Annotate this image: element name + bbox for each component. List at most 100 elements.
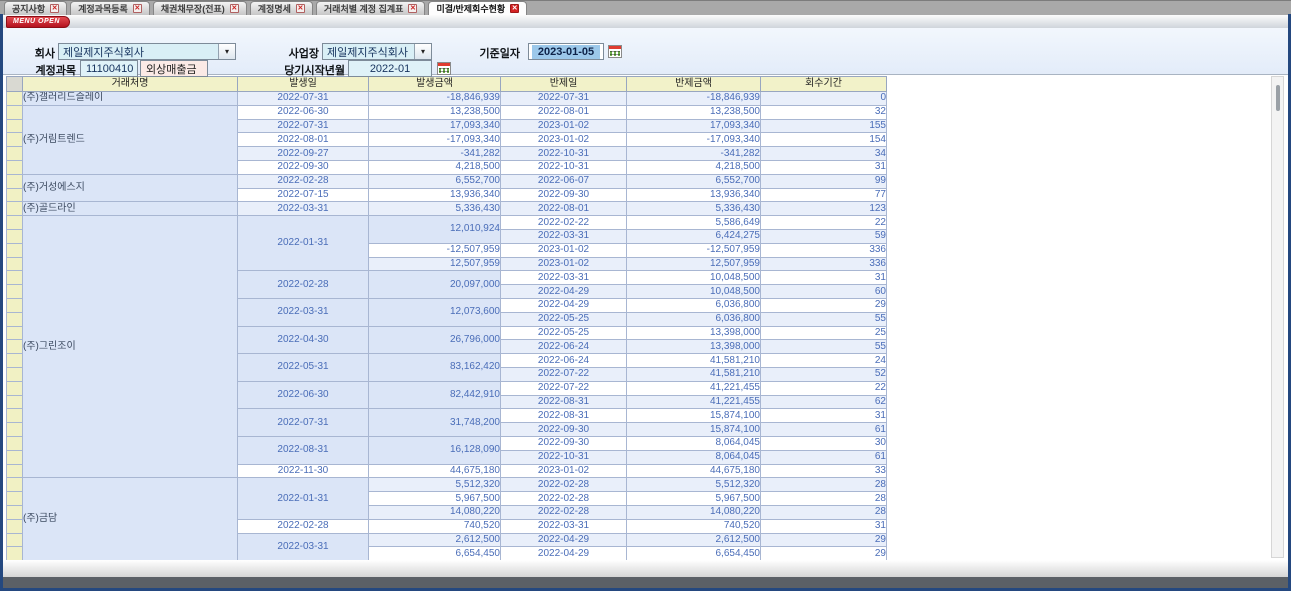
repayment-amount-cell[interactable]: 41,221,455 (627, 381, 761, 395)
collection-days-cell[interactable]: 34 (761, 147, 887, 161)
occurrence-date-cell[interactable]: 2022-05-31 (238, 354, 369, 382)
repayment-date-cell[interactable]: 2023-01-02 (501, 133, 627, 147)
row-header-cell[interactable] (7, 174, 23, 188)
vendor-name-cell[interactable]: (주)그린조이 (23, 216, 238, 478)
calendar-icon[interactable] (608, 45, 622, 58)
row-header-cell[interactable] (7, 257, 23, 271)
menu-open-button[interactable]: MENU OPEN (6, 16, 70, 28)
repayment-date-cell[interactable]: 2023-01-02 (501, 464, 627, 478)
repayment-date-cell[interactable]: 2022-04-29 (501, 547, 627, 561)
collection-days-cell[interactable]: 55 (761, 312, 887, 326)
collection-days-cell[interactable]: 59 (761, 229, 887, 243)
repayment-amount-cell[interactable]: 2,612,500 (627, 533, 761, 547)
repayment-amount-cell[interactable]: 6,036,800 (627, 298, 761, 312)
occurrence-amount-cell[interactable]: 20,097,000 (369, 271, 501, 299)
collection-days-cell[interactable]: 52 (761, 367, 887, 381)
collection-days-cell[interactable]: 60 (761, 285, 887, 299)
occurrence-date-cell[interactable]: 2022-07-31 (238, 92, 369, 106)
collection-days-cell[interactable]: 31 (761, 271, 887, 285)
collection-days-cell[interactable]: 25 (761, 326, 887, 340)
collection-days-cell[interactable]: 99 (761, 174, 887, 188)
collection-days-cell[interactable]: 62 (761, 395, 887, 409)
row-header-cell[interactable] (7, 492, 23, 506)
row-header-cell[interactable] (7, 271, 23, 285)
repayment-date-cell[interactable]: 2022-03-31 (501, 519, 627, 533)
repayment-date-cell[interactable]: 2022-10-31 (501, 450, 627, 464)
tab-close-icon[interactable]: ✕ (230, 4, 239, 13)
occurrence-date-cell[interactable]: 2022-01-31 (238, 478, 369, 519)
collection-days-cell[interactable]: 55 (761, 340, 887, 354)
repayment-date-cell[interactable]: 2022-04-29 (501, 298, 627, 312)
tab-4[interactable]: 계정명세✕ (250, 1, 313, 15)
occurrence-amount-cell[interactable]: -18,846,939 (369, 92, 501, 106)
repayment-amount-cell[interactable]: -341,282 (627, 147, 761, 161)
row-header-cell[interactable] (7, 533, 23, 547)
row-header-cell[interactable] (7, 285, 23, 299)
occurrence-amount-cell[interactable]: -17,093,340 (369, 133, 501, 147)
repayment-date-cell[interactable]: 2022-05-25 (501, 326, 627, 340)
repayment-amount-cell[interactable]: 12,507,959 (627, 257, 761, 271)
repayment-amount-cell[interactable]: 6,654,450 (627, 547, 761, 561)
account-code-field[interactable]: 11100410 (80, 60, 138, 77)
row-header-cell[interactable] (7, 519, 23, 533)
collection-days-cell[interactable]: 336 (761, 257, 887, 271)
occurrence-date-cell[interactable]: 2022-06-30 (238, 381, 369, 409)
occurrence-amount-cell[interactable]: 26,796,000 (369, 326, 501, 354)
horizontal-scrollbar[interactable] (3, 577, 1288, 588)
occurrence-amount-cell[interactable]: 12,507,959 (369, 257, 501, 271)
repayment-amount-cell[interactable]: -18,846,939 (627, 92, 761, 106)
row-header-cell[interactable] (7, 340, 23, 354)
repayment-date-cell[interactable]: 2022-04-29 (501, 285, 627, 299)
company-select[interactable]: 제일제지주식회사 ▾ (58, 43, 236, 60)
occurrence-amount-cell[interactable]: 2,612,500 (369, 533, 501, 547)
collection-days-cell[interactable]: 31 (761, 160, 887, 174)
collection-days-cell[interactable]: 61 (761, 450, 887, 464)
occurrence-date-cell[interactable]: 2022-11-30 (238, 464, 369, 478)
column-header[interactable]: 반제금액 (627, 77, 761, 92)
occurrence-amount-cell[interactable]: 740,520 (369, 519, 501, 533)
repayment-amount-cell[interactable]: 10,048,500 (627, 271, 761, 285)
occurrence-date-cell[interactable]: 2022-02-28 (238, 174, 369, 188)
tab-close-icon[interactable]: ✕ (408, 4, 417, 13)
tab-5[interactable]: 거래처별 계정 집계표✕ (316, 1, 426, 15)
repayment-amount-cell[interactable]: 41,221,455 (627, 395, 761, 409)
repayment-date-cell[interactable]: 2022-03-31 (501, 229, 627, 243)
repayment-date-cell[interactable]: 2022-08-31 (501, 409, 627, 423)
repayment-amount-cell[interactable]: 13,398,000 (627, 340, 761, 354)
repayment-amount-cell[interactable]: 740,520 (627, 519, 761, 533)
collection-days-cell[interactable]: 32 (761, 105, 887, 119)
repayment-amount-cell[interactable]: -12,507,959 (627, 243, 761, 257)
collection-days-cell[interactable]: 29 (761, 298, 887, 312)
row-header-cell[interactable] (7, 326, 23, 340)
repayment-amount-cell[interactable]: 6,036,800 (627, 312, 761, 326)
collection-days-cell[interactable]: 29 (761, 533, 887, 547)
occurrence-amount-cell[interactable]: 17,093,340 (369, 119, 501, 133)
repayment-amount-cell[interactable]: 5,967,500 (627, 492, 761, 506)
column-header[interactable]: 발생금액 (369, 77, 501, 92)
occurrence-amount-cell[interactable]: 5,967,500 (369, 492, 501, 506)
repayment-date-cell[interactable]: 2022-09-30 (501, 436, 627, 450)
row-header-cell[interactable] (7, 312, 23, 326)
collection-days-cell[interactable]: 61 (761, 423, 887, 437)
row-header-cell[interactable] (7, 464, 23, 478)
collection-days-cell[interactable]: 24 (761, 354, 887, 368)
repayment-amount-cell[interactable]: 14,080,220 (627, 505, 761, 519)
repayment-amount-cell[interactable]: 6,424,275 (627, 229, 761, 243)
repayment-date-cell[interactable]: 2022-08-01 (501, 105, 627, 119)
repayment-amount-cell[interactable]: 5,586,649 (627, 216, 761, 230)
repayment-date-cell[interactable]: 2022-02-28 (501, 492, 627, 506)
repayment-amount-cell[interactable]: 15,874,100 (627, 423, 761, 437)
repayment-date-cell[interactable]: 2022-07-22 (501, 381, 627, 395)
row-header-cell[interactable] (7, 547, 23, 561)
occurrence-amount-cell[interactable]: 5,336,430 (369, 202, 501, 216)
repayment-date-cell[interactable]: 2022-09-30 (501, 188, 627, 202)
repayment-amount-cell[interactable]: 13,398,000 (627, 326, 761, 340)
repayment-amount-cell[interactable]: 8,064,045 (627, 450, 761, 464)
occurrence-date-cell[interactable]: 2022-08-01 (238, 133, 369, 147)
repayment-date-cell[interactable]: 2022-07-22 (501, 367, 627, 381)
occurrence-amount-cell[interactable]: 44,675,180 (369, 464, 501, 478)
tab-close-icon[interactable]: ✕ (133, 4, 142, 13)
collection-days-cell[interactable]: 29 (761, 547, 887, 561)
occurrence-date-cell[interactable]: 2022-02-28 (238, 519, 369, 533)
repayment-date-cell[interactable]: 2022-02-22 (501, 216, 627, 230)
